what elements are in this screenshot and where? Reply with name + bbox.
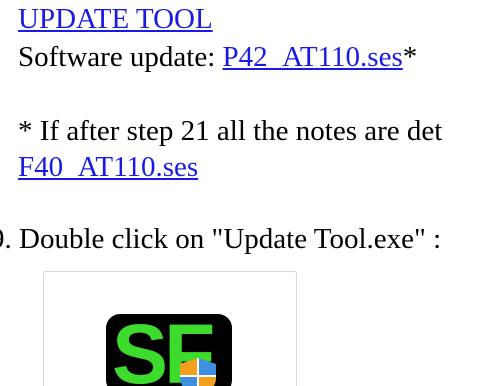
software-update-file-link[interactable]: P42_AT110.ses bbox=[223, 41, 403, 73]
footnote-text: * If after step 21 all the notes are det bbox=[18, 115, 443, 147]
shield-icon bbox=[180, 358, 216, 386]
software-update-line: Software update: P42_AT110.ses* bbox=[18, 40, 417, 74]
software-update-label: Software update: bbox=[18, 41, 223, 73]
update-tool-link[interactable]: UPDATE TOOL bbox=[18, 2, 213, 36]
software-update-asterisk: * bbox=[402, 41, 418, 73]
footnote-file-link[interactable]: F40_AT110.ses bbox=[18, 150, 198, 184]
step-instruction: 9. Double click on "Update Tool.exe" : bbox=[0, 223, 442, 255]
